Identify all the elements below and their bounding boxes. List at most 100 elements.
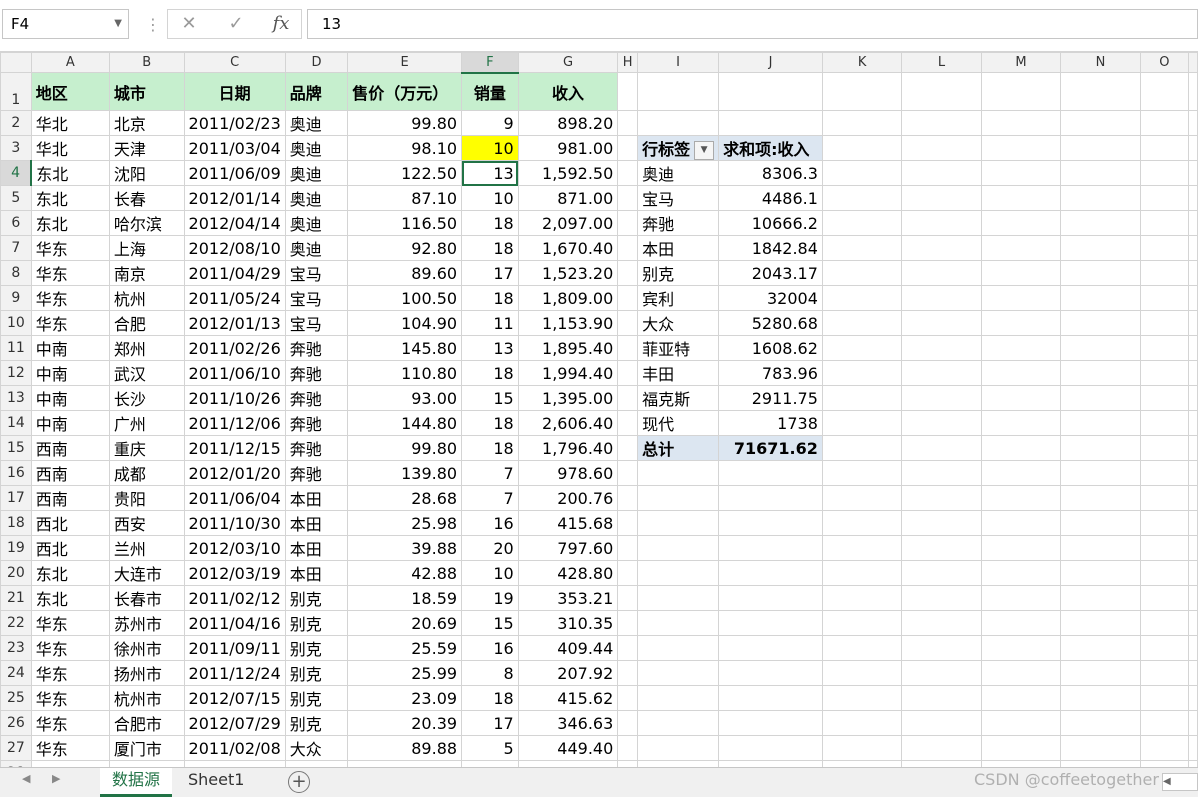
cell-j19[interactable] — [718, 535, 823, 561]
cell-f1[interactable]: 销量 — [461, 72, 519, 111]
cell-a11[interactable]: 中南 — [30, 335, 110, 361]
cell-c4[interactable]: 2011/06/09 — [183, 160, 286, 186]
cell-l2[interactable] — [901, 110, 982, 136]
cell-m3[interactable] — [980, 135, 1062, 161]
cell-j20[interactable] — [718, 560, 823, 586]
cell-e26[interactable]: 20.39 — [347, 710, 463, 736]
cell-m27[interactable] — [980, 735, 1062, 761]
cell-n24[interactable] — [1060, 660, 1141, 686]
cell-l16[interactable] — [901, 460, 982, 486]
cell-n7[interactable] — [1060, 235, 1141, 261]
cell-g24[interactable]: 207.92 — [517, 660, 619, 686]
cell-g8[interactable]: 1,523.20 — [517, 260, 619, 286]
cell-f23[interactable]: 16 — [461, 635, 519, 661]
cell-b22[interactable]: 苏州市 — [108, 610, 185, 636]
cell-n12[interactable] — [1060, 360, 1141, 386]
cell-l26[interactable] — [901, 710, 982, 736]
cell-b17[interactable]: 贵阳 — [108, 485, 185, 511]
cell-k23[interactable] — [821, 635, 903, 661]
cell-f11[interactable]: 13 — [461, 335, 519, 361]
cell-j23[interactable] — [718, 635, 823, 661]
cell-h22[interactable] — [617, 610, 639, 636]
cell-o13[interactable] — [1139, 385, 1190, 411]
row-header[interactable]: 10 — [0, 310, 32, 336]
column-header-a[interactable]: A — [30, 52, 110, 73]
select-all-corner[interactable] — [0, 52, 32, 73]
cell-k19[interactable] — [821, 535, 903, 561]
cell-h20[interactable] — [617, 560, 639, 586]
pivot-item-label[interactable]: 菲亚特 — [637, 335, 720, 361]
cell-k18[interactable] — [821, 510, 903, 536]
row-header[interactable]: 6 — [0, 210, 32, 236]
cell-m12[interactable] — [980, 360, 1062, 386]
row-header[interactable]: 26 — [0, 710, 32, 736]
cell-n22[interactable] — [1060, 610, 1141, 636]
cell-b24[interactable]: 扬州市 — [108, 660, 185, 686]
cell-i21[interactable] — [637, 585, 720, 611]
cell-a27[interactable]: 华东 — [30, 735, 110, 761]
cell-k3[interactable] — [821, 135, 903, 161]
cell-d11[interactable]: 奔驰 — [284, 335, 349, 361]
pivot-item-value[interactable]: 10666.2 — [718, 210, 823, 236]
cell-b26[interactable]: 合肥市 — [108, 710, 185, 736]
cell-c6[interactable]: 2012/04/14 — [183, 210, 286, 236]
cell-e6[interactable]: 116.50 — [347, 210, 463, 236]
cell-h11[interactable] — [617, 335, 639, 361]
cell-f27[interactable]: 5 — [461, 735, 519, 761]
cell-c8[interactable]: 2011/04/29 — [183, 260, 286, 286]
cell-c2[interactable]: 2011/02/23 — [183, 110, 286, 136]
cell-f26[interactable]: 17 — [461, 710, 519, 736]
pivot-item-label[interactable]: 宝马 — [637, 185, 720, 211]
cancel-icon[interactable]: ✕ — [174, 10, 204, 38]
cell-n16[interactable] — [1060, 460, 1141, 486]
cell-m25[interactable] — [980, 685, 1062, 711]
pivot-item-label[interactable]: 现代 — [637, 410, 720, 436]
cell-l27[interactable] — [901, 735, 982, 761]
column-header-n[interactable]: N — [1060, 52, 1141, 73]
cell-o25[interactable] — [1139, 685, 1190, 711]
cell-l19[interactable] — [901, 535, 982, 561]
cell-e1[interactable]: 售价（万元） — [347, 72, 463, 111]
cell-c18[interactable]: 2011/10/30 — [183, 510, 286, 536]
cell-d21[interactable]: 别克 — [284, 585, 349, 611]
cell-m4[interactable] — [980, 160, 1062, 186]
cell-n19[interactable] — [1060, 535, 1141, 561]
cell-a3[interactable]: 华北 — [30, 135, 110, 161]
cell-h8[interactable] — [617, 260, 639, 286]
cell-h13[interactable] — [617, 385, 639, 411]
row-header[interactable]: 20 — [0, 560, 32, 586]
cell-o6[interactable] — [1139, 210, 1190, 236]
cell-o26[interactable] — [1139, 710, 1190, 736]
cell-j18[interactable] — [718, 510, 823, 536]
cell-d19[interactable]: 本田 — [284, 535, 349, 561]
cell-n15[interactable] — [1060, 435, 1141, 461]
cell-d17[interactable]: 本田 — [284, 485, 349, 511]
cell-g27[interactable]: 449.40 — [517, 735, 619, 761]
cell-j26[interactable] — [718, 710, 823, 736]
cell-n4[interactable] — [1060, 160, 1141, 186]
cell-l5[interactable] — [901, 185, 982, 211]
cell-l24[interactable] — [901, 660, 982, 686]
cell-d8[interactable]: 宝马 — [284, 260, 349, 286]
cell-l20[interactable] — [901, 560, 982, 586]
cell-l23[interactable] — [901, 635, 982, 661]
cell-a21[interactable]: 东北 — [30, 585, 110, 611]
cell-f2[interactable]: 9 — [461, 110, 519, 136]
row-header[interactable]: 13 — [0, 385, 32, 411]
cell-n1[interactable] — [1060, 72, 1141, 111]
cell-b20[interactable]: 大连市 — [108, 560, 185, 586]
cell-g20[interactable]: 428.80 — [517, 560, 619, 586]
cell-k5[interactable] — [821, 185, 903, 211]
cell-a16[interactable]: 西南 — [30, 460, 110, 486]
column-header-m[interactable]: M — [980, 52, 1062, 73]
cell-k10[interactable] — [821, 310, 903, 336]
cell-b15[interactable]: 重庆 — [108, 435, 185, 461]
cell-j16[interactable] — [718, 460, 823, 486]
cell-d22[interactable]: 别克 — [284, 610, 349, 636]
pivot-item-value[interactable]: 8306.3 — [718, 160, 823, 186]
cell-d14[interactable]: 奔驰 — [284, 410, 349, 436]
cell-e17[interactable]: 28.68 — [347, 485, 463, 511]
cell-e4[interactable]: 122.50 — [347, 160, 463, 186]
cell-n3[interactable] — [1060, 135, 1141, 161]
cell-k27[interactable] — [821, 735, 903, 761]
